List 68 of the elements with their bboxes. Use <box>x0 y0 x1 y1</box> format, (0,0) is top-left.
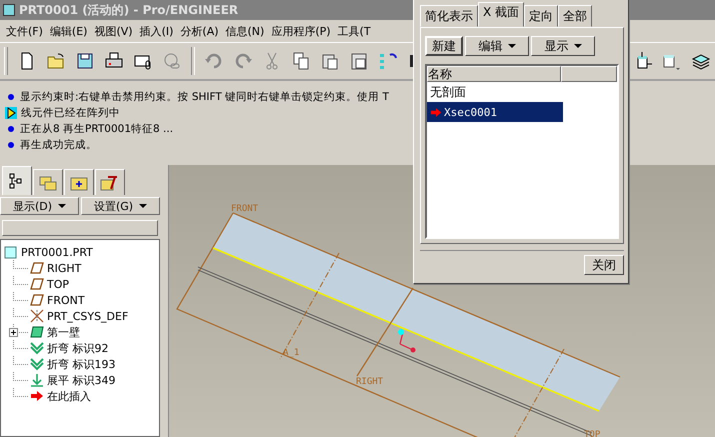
message-text: 线元件已经在阵列中 <box>21 106 120 120</box>
save-icon[interactable] <box>75 51 95 71</box>
coordinate-axes-icon <box>398 329 416 352</box>
menu-item[interactable]: 视图(V) <box>94 24 133 38</box>
tree-item[interactable]: TOP <box>47 278 70 290</box>
unbend-icon <box>30 373 44 387</box>
tree-item[interactable]: 在此插入 <box>47 388 91 404</box>
dropdown-button[interactable]: 设置(G) <box>81 197 160 215</box>
app-icon <box>3 4 15 16</box>
datum-plane-icon <box>30 261 44 275</box>
menu-item[interactable]: 编辑(E) <box>50 24 88 38</box>
tree-item[interactable]: PRT_CSYS_DEF <box>47 310 128 322</box>
sheet-wall-icon <box>30 325 44 339</box>
dropdown-button[interactable]: 显示(D) <box>0 197 79 215</box>
tree-item[interactable]: RIGHT <box>47 262 82 274</box>
tree-item[interactable]: FRONT <box>47 294 85 306</box>
navigator-tab[interactable] <box>95 169 125 195</box>
caret-icon <box>508 44 516 48</box>
folders-icon <box>39 174 57 190</box>
tree-item[interactable]: 折弯 标识193 <box>47 356 116 372</box>
caret-icon <box>574 44 582 48</box>
menu-item[interactable]: 信息(N) <box>226 24 264 38</box>
navigator-tab[interactable] <box>2 166 32 195</box>
datum-label: RIGHT <box>356 377 384 387</box>
close-button[interactable]: 关闭 <box>584 255 624 275</box>
tree-item[interactable]: 第一壁 <box>47 324 80 340</box>
expand-toggle[interactable] <box>9 328 18 337</box>
bullet-icon <box>8 94 14 100</box>
datum-label: TOP <box>584 430 600 437</box>
tree-item[interactable]: 展平 标识349 <box>47 372 116 388</box>
column-header[interactable] <box>561 66 617 82</box>
open-folder-icon[interactable] <box>46 51 66 71</box>
warning-icon <box>5 107 17 119</box>
dialog-button[interactable]: 新建 <box>425 36 463 56</box>
menu-item[interactable]: 文件(F) <box>6 24 43 38</box>
bullet-icon <box>8 126 14 132</box>
dialog-tab[interactable]: 全部 <box>558 5 592 27</box>
caret-icon <box>139 204 148 208</box>
caret-icon <box>58 204 66 208</box>
dialog-tab[interactable]: X 截面 <box>478 2 524 27</box>
regenerate-icon[interactable] <box>378 51 398 71</box>
datum-plane-icon <box>30 293 44 307</box>
list-row[interactable]: 无剖面 <box>427 82 563 102</box>
bend-icon <box>30 341 44 355</box>
message-text: 正在从8 再生PRT0001特征8 ... <box>20 122 174 136</box>
clipboard-icon[interactable] <box>349 51 369 71</box>
tree-item[interactable]: 折弯 标识92 <box>47 340 108 356</box>
menu-item[interactable]: 分析(A) <box>180 24 219 38</box>
menu-item[interactable]: 应用程序(P) <box>271 24 331 38</box>
dialog-button[interactable]: 显示 <box>531 36 595 56</box>
coordinate-system-icon <box>30 309 44 323</box>
window-title: PRT0001 (活动的) - Pro/ENGINEER <box>19 2 238 18</box>
column-header[interactable]: 名称 <box>427 66 561 82</box>
dialog-tab[interactable]: 定向 <box>524 5 558 27</box>
insert-arrow-icon <box>30 389 44 403</box>
message-text: 再生成功完成。 <box>20 138 97 152</box>
menu-item[interactable]: 工具(T <box>338 24 371 38</box>
bullet-icon <box>8 142 14 148</box>
menu-item[interactable]: 插入(I) <box>140 24 174 38</box>
copy-icon[interactable] <box>291 51 311 71</box>
dialog-button[interactable]: 编辑 <box>465 36 529 56</box>
bend-icon <box>30 357 44 371</box>
datum-label: FRONT <box>231 204 258 214</box>
message-text: 显示约束时:右键单击禁用约束。按 SHIFT 键同时右键单击锁定约束。使用 T <box>20 90 389 104</box>
part-cube-icon <box>4 245 18 259</box>
list-row[interactable]: Xsec0001 <box>427 102 563 122</box>
datum-plane-icon <box>30 277 44 291</box>
tree-item[interactable]: PRT0001.PRT <box>21 246 93 258</box>
